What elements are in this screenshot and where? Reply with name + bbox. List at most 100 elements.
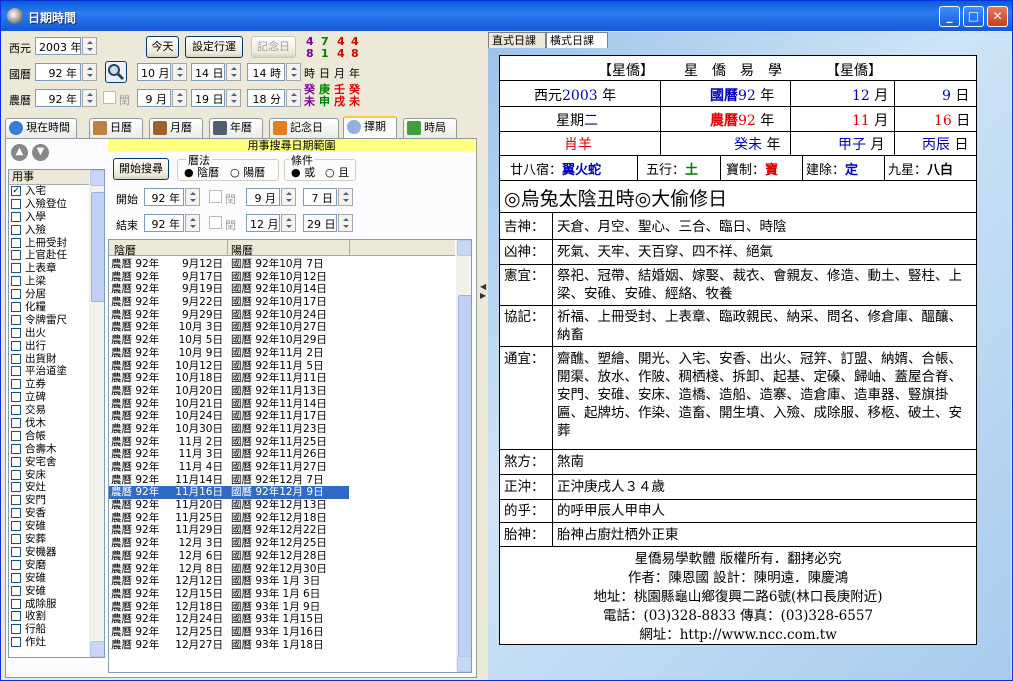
start-day-field[interactable]: 7 日 [303,188,337,206]
scroll-up-icon[interactable] [457,240,471,256]
col-yin-header[interactable]: 陰曆 [114,242,136,258]
checkbox[interactable] [11,302,21,313]
radio-yang[interactable]: ○ 陽曆 [230,164,265,180]
close-button[interactable]: ✕ [987,6,1008,27]
result-row[interactable]: 農曆 92年 9月22日 國曆 92年10月17日 [109,296,455,309]
tab-day-calendar[interactable]: 日曆 [89,118,143,138]
start-leap-checkbox[interactable] [209,190,222,203]
checkbox[interactable] [11,224,21,235]
result-row[interactable]: 農曆 92年 11月25日 國曆 92年12月18日 [109,512,455,525]
guoli-year-spinner[interactable] [82,63,97,81]
checkbox[interactable] [11,198,21,209]
result-row[interactable]: 農曆 92年 10月21日 國曆 92年11月14日 [109,398,455,411]
tab-horizontal-daily[interactable]: 橫式日課 [546,32,608,48]
result-row[interactable]: 農曆 92年 9月17日 國曆 92年10月12日 [109,271,455,284]
checkbox[interactable] [11,430,21,441]
end-leap-checkbox[interactable] [209,216,222,229]
result-row[interactable]: 農曆 92年 12月24日 國曆 93年 1月15日 [109,613,455,626]
guoli-hour-field[interactable]: 14 時 [247,63,285,81]
result-row[interactable]: 農曆 92年 10月 5日 國曆 92年10月29日 [109,334,455,347]
checkbox[interactable] [11,534,21,545]
nongli-day-field[interactable]: 19 日 [191,89,225,107]
result-row[interactable]: 農曆 92年 12月18日 國曆 93年 1月 9日 [109,601,455,614]
tab-month-calendar[interactable]: 月曆 [149,118,203,138]
nongli-year-field[interactable]: 92 年 [35,89,81,107]
start-day-spinner[interactable] [338,188,353,206]
end-year-spinner[interactable] [185,214,200,232]
pane-splitter[interactable]: ◀ ▶ [478,32,488,680]
checkbox[interactable] [11,559,21,570]
scroll-thumb[interactable] [458,295,471,657]
maximize-button[interactable]: □ [963,6,984,27]
scroll-down-icon[interactable] [90,641,104,657]
checkbox[interactable] [11,624,21,635]
checkbox[interactable] [11,418,21,429]
results-scrollbar[interactable] [456,240,471,672]
down-arrow-icon[interactable]: ▼ [32,144,49,161]
checkbox[interactable] [11,585,21,596]
checkbox[interactable] [11,289,21,300]
result-row[interactable]: 農曆 92年 10月 3日 國曆 92年10月27日 [109,321,455,334]
result-row[interactable]: 農曆 92年 10月12日 國曆 92年11月 5日 [109,360,455,373]
checkbox[interactable] [11,327,21,338]
nongli-year-spinner[interactable] [82,89,97,107]
yongshi-list[interactable]: 用事 ✓ 入宅 入殮登位 入學 入殮 上冊受封 上官赴任 上表章 上梁 分居 化糧 令牌雷尺 出火 出行出… [8,169,105,658]
result-row[interactable]: 農曆 92年 11月14日 國曆 92年12月 7日 [109,474,455,487]
checkbox[interactable] [11,366,21,377]
memorial-day-button[interactable]: 記念日 [251,36,296,58]
guoli-day-spinner[interactable] [226,63,241,81]
checkbox[interactable] [11,546,21,557]
result-row[interactable]: 農曆 92年 12月 3日 國曆 92年12月25日 [109,537,455,550]
checkbox[interactable] [11,379,21,390]
start-year-spinner[interactable] [185,188,200,206]
tab-hour-chart[interactable]: 時局 [403,118,457,138]
today-button[interactable]: 今天 [146,36,179,58]
checkbox[interactable] [11,250,21,261]
checkbox[interactable] [11,572,21,583]
guoli-year-field[interactable]: 92 年 [35,63,81,81]
title-bar[interactable]: 日期時間 _ □ ✕ [1,1,1012,31]
scroll-up-icon[interactable] [90,170,104,186]
nongli-minute-spinner[interactable] [286,89,301,107]
checkbox[interactable] [11,340,21,351]
guoli-month-field[interactable]: 10 月 [137,63,171,81]
result-row[interactable]: 農曆 92年 12月 8日 國曆 92年12月30日 [109,563,455,576]
set-fortune-button[interactable]: 設定行運 [185,36,243,58]
start-month-field[interactable]: 9 月 [246,188,280,206]
radio-yin[interactable]: ● 陰曆 [184,164,219,180]
result-row[interactable]: 農曆 92年 11月16日 國曆 92年12月 9日 [109,486,349,500]
end-year-field[interactable]: 92 年 [144,214,184,232]
tab-memorial[interactable]: 記念日 [269,118,339,138]
radio-and[interactable]: ○ 且 [325,164,349,180]
checkbox[interactable] [11,353,21,364]
checkbox[interactable] [11,611,21,622]
checkbox[interactable] [11,211,21,222]
checkbox[interactable] [11,456,21,467]
checkbox[interactable] [11,482,21,493]
up-arrow-icon[interactable]: ▲ [11,144,28,161]
result-row[interactable]: 農曆 92年 9月29日 國曆 92年10月24日 [109,309,455,322]
end-month-field[interactable]: 12 月 [246,214,280,232]
start-month-spinner[interactable] [281,188,296,206]
nongli-day-spinner[interactable] [226,89,241,107]
yongshi-scrollbar[interactable] [89,170,104,657]
result-row[interactable]: 農曆 92年 11月 4日 國曆 92年11月27日 [109,461,455,474]
checkbox[interactable] [11,405,21,416]
radio-or[interactable]: ● 或 [291,164,315,180]
scroll-thumb[interactable] [91,192,104,302]
checkbox[interactable] [11,495,21,506]
scroll-down-icon[interactable] [457,656,471,672]
tab-year-calendar[interactable]: 年曆 [209,118,263,138]
checkbox[interactable] [11,598,21,609]
result-row[interactable]: 農曆 92年 12月12日 國曆 93年 1月 3日 [109,575,455,588]
checkbox[interactable] [11,237,21,248]
splitter-arrow-icon[interactable]: ◀ ▶ [480,282,486,300]
result-row[interactable]: 農曆 92年 10月20日 國曆 92年11月13日 [109,385,455,398]
guoli-month-spinner[interactable] [172,63,187,81]
result-row[interactable]: 農曆 92年 10月18日 國曆 92年11月11日 [109,372,455,385]
end-day-spinner[interactable] [338,214,353,232]
nongli-month-field[interactable]: 9 月 [137,89,171,107]
result-row[interactable]: 農曆 92年 11月 2日 國曆 92年11月25日 [109,436,455,449]
minimize-button[interactable]: _ [939,6,960,27]
result-row[interactable]: 農曆 92年 12月25日 國曆 93年 1月16日 [109,626,455,639]
